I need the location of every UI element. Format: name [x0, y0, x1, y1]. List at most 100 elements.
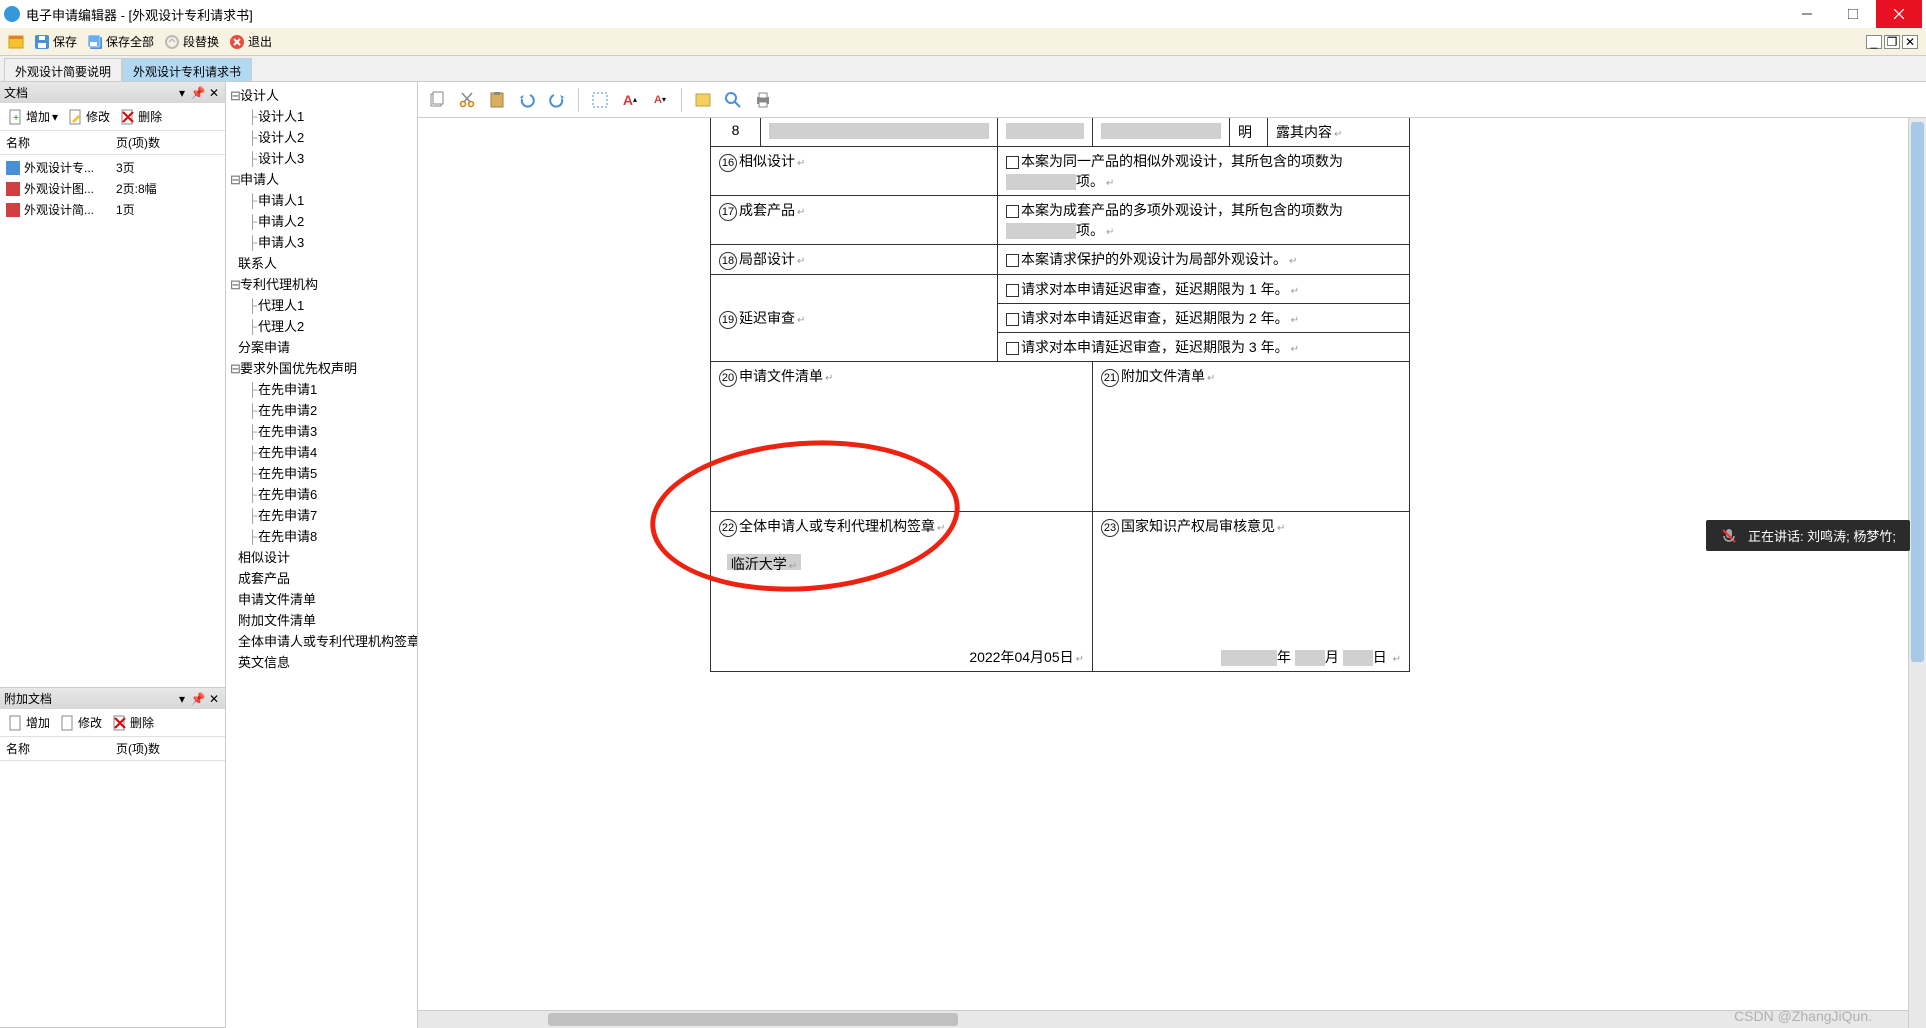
view1-button[interactable]: [690, 87, 716, 113]
tree-node[interactable]: 要求外国优先权声明: [226, 357, 417, 378]
close-button[interactable]: [1876, 0, 1922, 28]
copy-button[interactable]: [424, 87, 450, 113]
tree-node-child[interactable]: 设计人2: [226, 126, 417, 147]
docs-add-button[interactable]: + 增加 ▾: [4, 106, 62, 127]
row19-opt1[interactable]: 请求对本申请延迟审查，延迟期限为 1 年。: [998, 275, 1410, 304]
docs-delete-button[interactable]: 删除: [116, 106, 166, 127]
vertical-scrollbar[interactable]: [1908, 118, 1926, 1028]
tree-node[interactable]: 联系人: [226, 252, 417, 273]
mdi-restore[interactable]: ❐: [1884, 35, 1900, 49]
save-button[interactable]: 保存: [30, 31, 81, 52]
tree-node-child[interactable]: 在先申请7: [226, 504, 417, 525]
panel-pin-icon[interactable]: 📌: [191, 692, 205, 706]
tab-patent-request[interactable]: 外观设计专利请求书: [122, 58, 252, 81]
tree-node-child[interactable]: 在先申请8: [226, 525, 417, 546]
speaking-overlay: 正在讲话: 刘鸣涛; 杨梦竹;: [1706, 520, 1910, 551]
cell-content-reveal: 露其内容: [1268, 118, 1410, 147]
tree-node-child[interactable]: 申请人1: [226, 189, 417, 210]
tree-node[interactable]: 成套产品: [226, 567, 417, 588]
tree-node-child[interactable]: 在先申请6: [226, 483, 417, 504]
undo-button[interactable]: [514, 87, 540, 113]
tree-node-child[interactable]: 申请人2: [226, 210, 417, 231]
row17-content[interactable]: 本案为成套产品的多项外观设计，其所包含的项数为项。: [998, 196, 1410, 245]
panel-dropdown-icon[interactable]: ▾: [175, 692, 189, 706]
exit-button[interactable]: 退出: [225, 31, 276, 52]
app-icon: [4, 6, 20, 22]
outline-tree[interactable]: 设计人设计人1设计人2设计人3申请人申请人1申请人2申请人3联系人专利代理机构代…: [226, 82, 418, 1028]
tree-node[interactable]: 分案申请: [226, 336, 417, 357]
docs-col-name: 名称: [6, 134, 116, 151]
tree-node-child[interactable]: 在先申请5: [226, 462, 417, 483]
redo-button[interactable]: [544, 87, 570, 113]
tree-node-child[interactable]: 代理人1: [226, 294, 417, 315]
tree-node-child[interactable]: 设计人3: [226, 147, 417, 168]
font-decrease-button[interactable]: A▾: [647, 87, 673, 113]
tree-node[interactable]: 专利代理机构: [226, 273, 417, 294]
delete-icon: [112, 715, 128, 731]
tree-node[interactable]: 附加文件清单: [226, 609, 417, 630]
tree-node-child[interactable]: 在先申请1: [226, 378, 417, 399]
print-button[interactable]: [750, 87, 776, 113]
tree-node-child[interactable]: 申请人3: [226, 231, 417, 252]
tree-node-child[interactable]: 在先申请2: [226, 399, 417, 420]
mdi-close[interactable]: ✕: [1902, 35, 1918, 49]
save-all-icon: [87, 34, 103, 50]
tree-node-child[interactable]: 设计人1: [226, 105, 417, 126]
watermark: CSDN @ZhangJiQun.: [1734, 1008, 1872, 1024]
attach-add-button[interactable]: 增加: [4, 712, 54, 733]
font-increase-button[interactable]: A▴: [617, 87, 643, 113]
tree-node-child[interactable]: 代理人2: [226, 315, 417, 336]
row22-signature[interactable]: 22全体申请人或专利代理机构签章 临沂大学 2022年04月05日: [711, 512, 1093, 672]
paste-button[interactable]: [484, 87, 510, 113]
row20-filelist[interactable]: 20申请文件清单: [711, 362, 1093, 512]
save-all-button[interactable]: 保存全部: [83, 31, 158, 52]
row19-opt3[interactable]: 请求对本申请延迟审查，延迟期限为 3 年。: [998, 333, 1410, 362]
horizontal-scrollbar[interactable]: [418, 1010, 1908, 1028]
tree-node[interactable]: 申请文件清单: [226, 588, 417, 609]
mic-muted-icon: [1720, 527, 1738, 545]
exit-label: 退出: [248, 33, 272, 50]
window-title: 电子申请编辑器 - [外观设计专利请求书]: [26, 5, 1784, 24]
delete-icon: [120, 109, 136, 125]
row18-content[interactable]: 本案请求保护的外观设计为局部外观设计。: [998, 245, 1410, 275]
toolbar-leading-icon[interactable]: [4, 32, 28, 52]
docs-modify-button[interactable]: 修改: [64, 106, 114, 127]
tree-node[interactable]: 设计人: [226, 84, 417, 105]
doc-row[interactable]: 外观设计简... 1页: [0, 199, 225, 220]
maximize-button[interactable]: [1830, 0, 1876, 28]
docs-col-pages: 页(项)数: [116, 134, 160, 151]
tree-node-child[interactable]: 在先申请3: [226, 420, 417, 441]
tree-node-child[interactable]: 在先申请4: [226, 441, 417, 462]
panel-close-icon[interactable]: ✕: [207, 692, 221, 706]
panel-close-icon[interactable]: ✕: [207, 86, 221, 100]
panel-pin-icon[interactable]: 📌: [191, 86, 205, 100]
minimize-button[interactable]: [1784, 0, 1830, 28]
tree-node[interactable]: 英文信息: [226, 651, 417, 672]
row21-addfilelist[interactable]: 21附加文件清单: [1093, 362, 1410, 512]
doc-row[interactable]: 外观设计图... 2页:8幅: [0, 178, 225, 199]
cut-button[interactable]: [454, 87, 480, 113]
tree-node[interactable]: 申请人: [226, 168, 417, 189]
window-controls: [1784, 0, 1922, 28]
row17-label: 17成套产品: [711, 196, 998, 245]
panel-dropdown-icon[interactable]: ▾: [175, 86, 189, 100]
modify-icon: [60, 715, 76, 731]
tab-brief-description[interactable]: 外观设计简要说明: [4, 58, 122, 81]
attach-delete-button[interactable]: 删除: [108, 712, 158, 733]
row16-content[interactable]: 本案为同一产品的相似外观设计，其所包含的项数为项。: [998, 147, 1410, 196]
doc-row[interactable]: 外观设计专... 3页: [0, 157, 225, 178]
select-button[interactable]: [587, 87, 613, 113]
mdi-minimize[interactable]: _: [1866, 35, 1882, 49]
attach-list: [0, 761, 225, 1027]
attach-modify-button[interactable]: 修改: [56, 712, 106, 733]
tree-node[interactable]: 相似设计: [226, 546, 417, 567]
tree-node[interactable]: 全体申请人或专利代理机构签章: [226, 630, 417, 651]
replace-button[interactable]: 段替换: [160, 31, 223, 52]
row19-opt2[interactable]: 请求对本申请延迟审查，延迟期限为 2 年。: [998, 304, 1410, 333]
replace-icon: [164, 34, 180, 50]
editor-scroll[interactable]: 8 明 露其内容 16相似设计 本案为同一产品的相似外观设计，其所包含的项数为项…: [418, 118, 1926, 1028]
main-toolbar: 保存 保存全部 段替换 退出 _ ❐ ✕: [0, 28, 1926, 56]
review-date: 年 月 日: [1221, 647, 1401, 667]
doc-icon: [6, 182, 20, 196]
zoom-button[interactable]: [720, 87, 746, 113]
